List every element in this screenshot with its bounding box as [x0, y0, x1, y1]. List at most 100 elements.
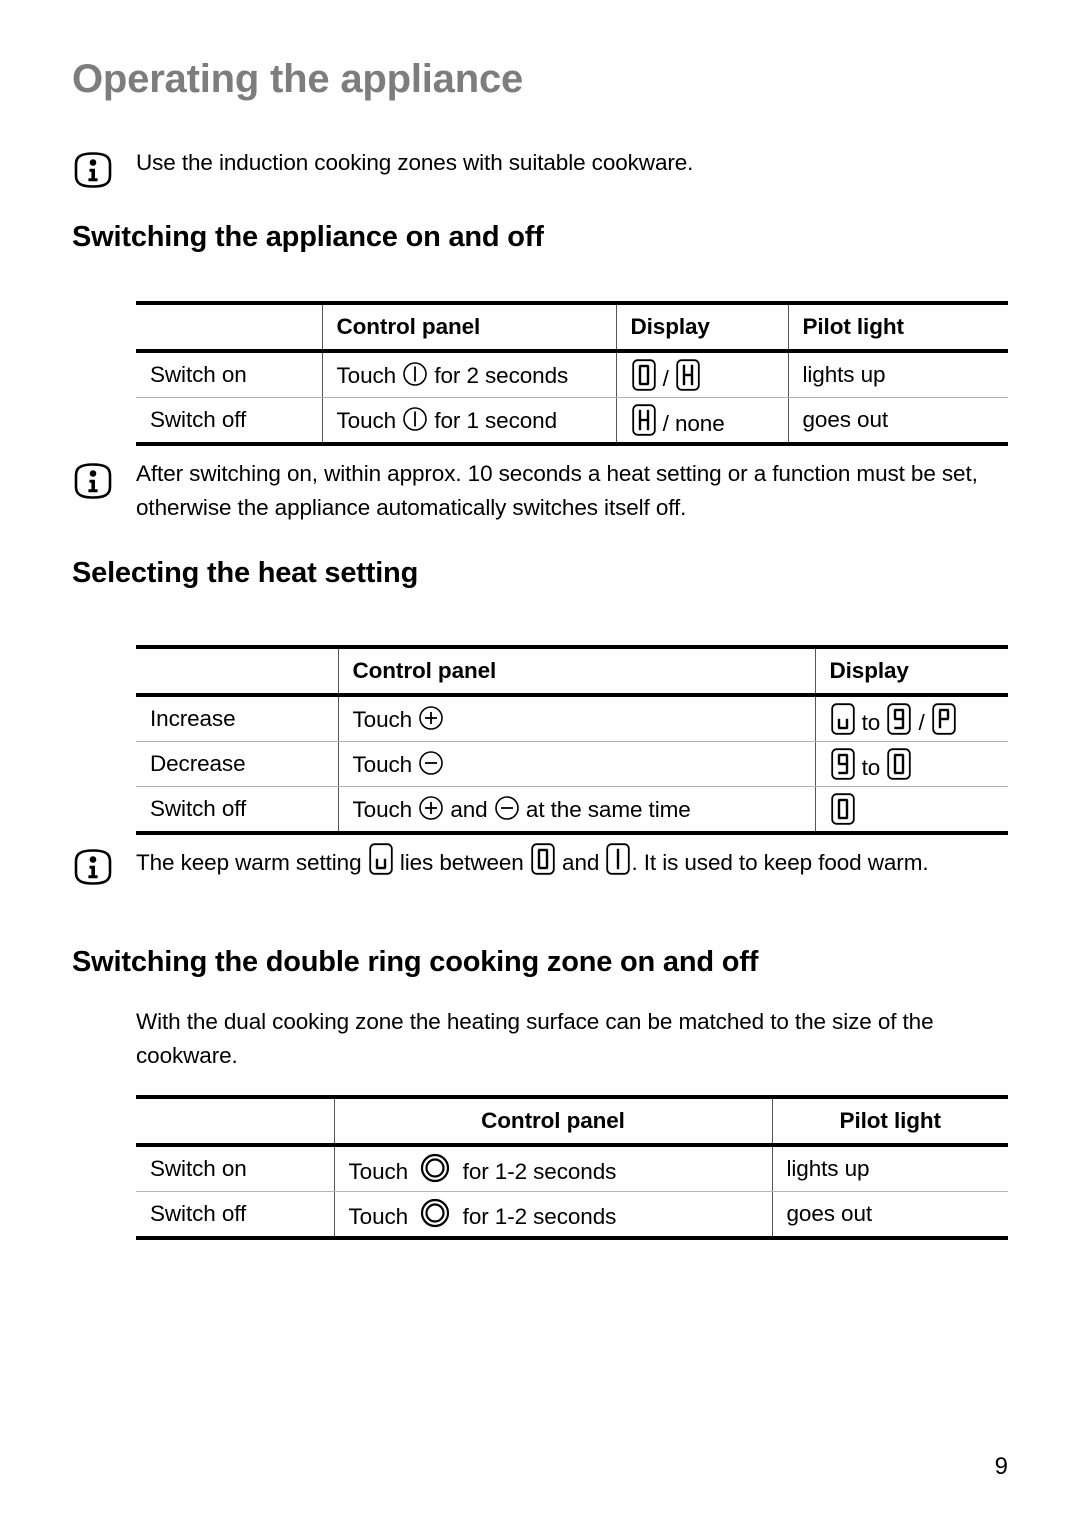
double-ring-icon [420, 1198, 450, 1228]
touch-label: Touch [352, 752, 413, 777]
heading-switching-on-off: Switching the appliance on and off [72, 221, 544, 253]
row-label: Increase [136, 695, 338, 742]
page-title: Operating the appliance [72, 57, 524, 101]
keep-warm-part4: . It is used to keep food warm. [631, 850, 929, 875]
cell-control-panel: Touch for 1-2 seconds [333, 1191, 772, 1240]
column-header-pilot-light: Pilot light [771, 1095, 1008, 1147]
info-icon [72, 151, 114, 189]
minus-circle-icon [418, 750, 444, 776]
display-connector: to [861, 754, 881, 780]
conjunction-label: and [450, 797, 488, 822]
power-icon [402, 361, 428, 387]
touch-label: Touch [348, 1159, 409, 1184]
display-separator: / none [662, 410, 725, 436]
table-row: Increase Touch to / [136, 695, 1008, 742]
duration-label: at the same time [525, 797, 691, 822]
duration-label: for 1-2 seconds [462, 1159, 617, 1184]
keep-warm-part1: The keep warm setting [136, 850, 362, 875]
table-header-row: Control panel Pilot light [136, 1095, 1008, 1147]
cell-control-panel: Touch [337, 741, 815, 787]
cell-control-panel: Touch and at the same time [337, 786, 815, 835]
document-page: Operating the appliance Use the inductio… [0, 0, 1080, 1529]
segment-glyph-p [932, 702, 956, 735]
heading-double-ring: Switching the double ring cooking zone o… [72, 946, 759, 978]
table-row: Switch off Touch for 1 second / none goe… [136, 397, 1008, 446]
column-header-control-panel: Control panel [333, 1095, 772, 1147]
touch-label: Touch [336, 408, 397, 433]
segment-glyph-u [368, 843, 393, 875]
column-header-control-panel: Control panel [321, 301, 616, 353]
plus-circle-icon [418, 705, 444, 731]
table-header-row: Control panel Display [136, 645, 1008, 697]
cell-pilot-light: goes out [787, 397, 1008, 446]
segment-glyph-u [830, 702, 855, 735]
touch-label: Touch [352, 707, 413, 732]
cell-display: to [814, 695, 1008, 742]
segment-glyph-1 [606, 843, 631, 875]
table-double-ring: Control panel Pilot light Switch on Touc… [136, 1095, 1008, 1240]
row-label: Switch off [136, 397, 322, 446]
segment-glyph-0 [631, 358, 656, 391]
touch-label: Touch [352, 797, 413, 822]
segment-glyph-h [631, 403, 656, 436]
cell-display [814, 786, 1008, 835]
segment-glyph-h [676, 358, 700, 391]
paragraph-dual-cooking-zone: With the dual cooking zone the heating s… [136, 1009, 934, 1068]
display-separator: / [662, 365, 669, 391]
column-header-control-panel: Control panel [337, 645, 815, 697]
column-header-blank [136, 301, 322, 353]
heading-selecting-heat-setting: Selecting the heat setting [72, 557, 419, 589]
note-cookware: Use the induction cooking zones with sui… [72, 146, 1012, 189]
note-auto-switch-off-text: After switching on, within approx. 10 se… [136, 461, 978, 520]
segment-glyph-0 [830, 792, 855, 825]
table-row: Switch off Touch and at the same time [136, 786, 1008, 835]
info-icon [72, 848, 114, 886]
column-header-blank [136, 645, 338, 697]
row-label: Decrease [136, 741, 338, 787]
table-row: Switch off Touch for 1-2 seconds goes ou… [136, 1191, 1008, 1240]
column-header-pilot-light: Pilot light [787, 301, 1008, 353]
plus-circle-icon [418, 795, 444, 821]
cell-control-panel: Touch for 1-2 seconds [333, 1145, 772, 1192]
column-header-display: Display [814, 645, 1008, 697]
column-header-blank [136, 1095, 334, 1147]
display-separator: / [918, 709, 925, 735]
segment-glyph-9 [887, 702, 912, 735]
cell-pilot-light: goes out [771, 1191, 1008, 1240]
duration-label: for 1-2 seconds [462, 1204, 617, 1229]
power-icon [402, 406, 428, 432]
cell-control-panel: Touch [337, 695, 815, 742]
row-label: Switch off [136, 1191, 334, 1240]
table-switching-on-off: Control panel Display Pilot light Switch… [136, 301, 1008, 446]
display-connector: to [861, 709, 881, 735]
cell-control-panel: Touch for 2 seconds [321, 351, 616, 398]
table-row: Switch on Touch for 2 seconds / lights u… [136, 351, 1008, 398]
duration-label: for 2 seconds [434, 363, 569, 388]
note-keep-warm-text: The keep warm setting lies between and .… [136, 843, 929, 880]
minus-circle-icon [494, 795, 520, 821]
column-header-display: Display [615, 301, 788, 353]
cell-control-panel: Touch for 1 second [321, 397, 616, 446]
double-ring-icon [420, 1153, 450, 1183]
cell-display: to [814, 741, 1008, 787]
table-header-row: Control panel Display Pilot light [136, 301, 1008, 353]
table-row: Switch on Touch for 1-2 seconds lights u… [136, 1145, 1008, 1192]
row-label: Switch on [136, 1145, 334, 1192]
note-auto-switch-off: After switching on, within approx. 10 se… [72, 457, 1012, 525]
table-heat-setting: Control panel Display Increase Touch to … [136, 645, 1008, 835]
page-number: 9 [994, 1453, 1008, 1480]
note-cookware-text: Use the induction cooking zones with sui… [136, 150, 694, 175]
row-label: Switch off [136, 786, 338, 835]
cell-pilot-light: lights up [771, 1145, 1008, 1192]
keep-warm-part3: and [562, 850, 600, 875]
info-icon [72, 462, 114, 500]
note-keep-warm: The keep warm setting lies between and .… [72, 843, 1012, 886]
segment-glyph-0 [887, 747, 912, 780]
segment-glyph-9 [830, 747, 855, 780]
touch-label: Touch [336, 363, 397, 388]
cell-display: / [615, 351, 788, 398]
table-row: Decrease Touch to [136, 741, 1008, 787]
row-label: Switch on [136, 351, 322, 398]
cell-display: / none [615, 397, 788, 446]
keep-warm-part2: lies between [399, 850, 524, 875]
